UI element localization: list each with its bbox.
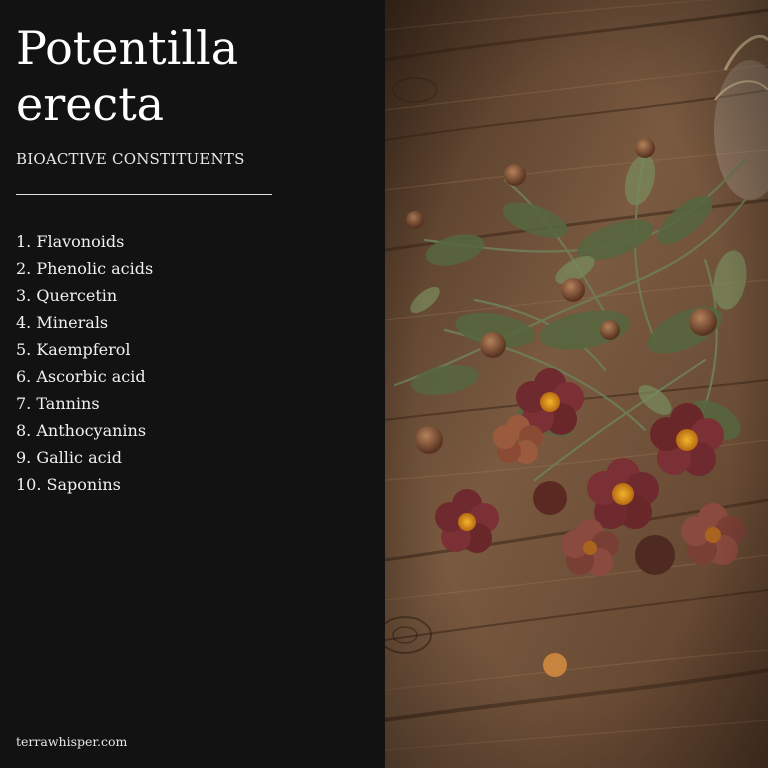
list-item: 8. Anthocyanins xyxy=(16,421,147,440)
divider-line xyxy=(16,194,272,195)
website-footer: terrawhisper.com xyxy=(16,734,128,749)
text-panel: Potentilla erecta BIOACTIVE CONSTITUENTS… xyxy=(0,0,385,768)
list-item: 10. Saponins xyxy=(16,475,121,494)
constituents-list: 1. Flavonoids 2. Phenolic acids 3. Querc… xyxy=(16,228,153,498)
infographic-card: Potentilla erecta BIOACTIVE CONSTITUENTS… xyxy=(0,0,768,768)
section-subtitle: BIOACTIVE CONSTITUENTS xyxy=(16,150,245,168)
list-item: 2. Phenolic acids xyxy=(16,259,154,278)
plant-name-title: Potentilla erecta xyxy=(16,21,239,131)
list-item: 3. Quercetin xyxy=(16,286,118,305)
list-item: 7. Tannins xyxy=(16,394,100,413)
list-item: 5. Kaempferol xyxy=(16,340,131,359)
plant-photo xyxy=(385,0,768,768)
list-item: 4. Minerals xyxy=(16,313,109,332)
list-item: 6. Ascorbic acid xyxy=(16,367,146,386)
list-item: 9. Gallic acid xyxy=(16,448,122,467)
list-item: 1. Flavonoids xyxy=(16,232,125,251)
